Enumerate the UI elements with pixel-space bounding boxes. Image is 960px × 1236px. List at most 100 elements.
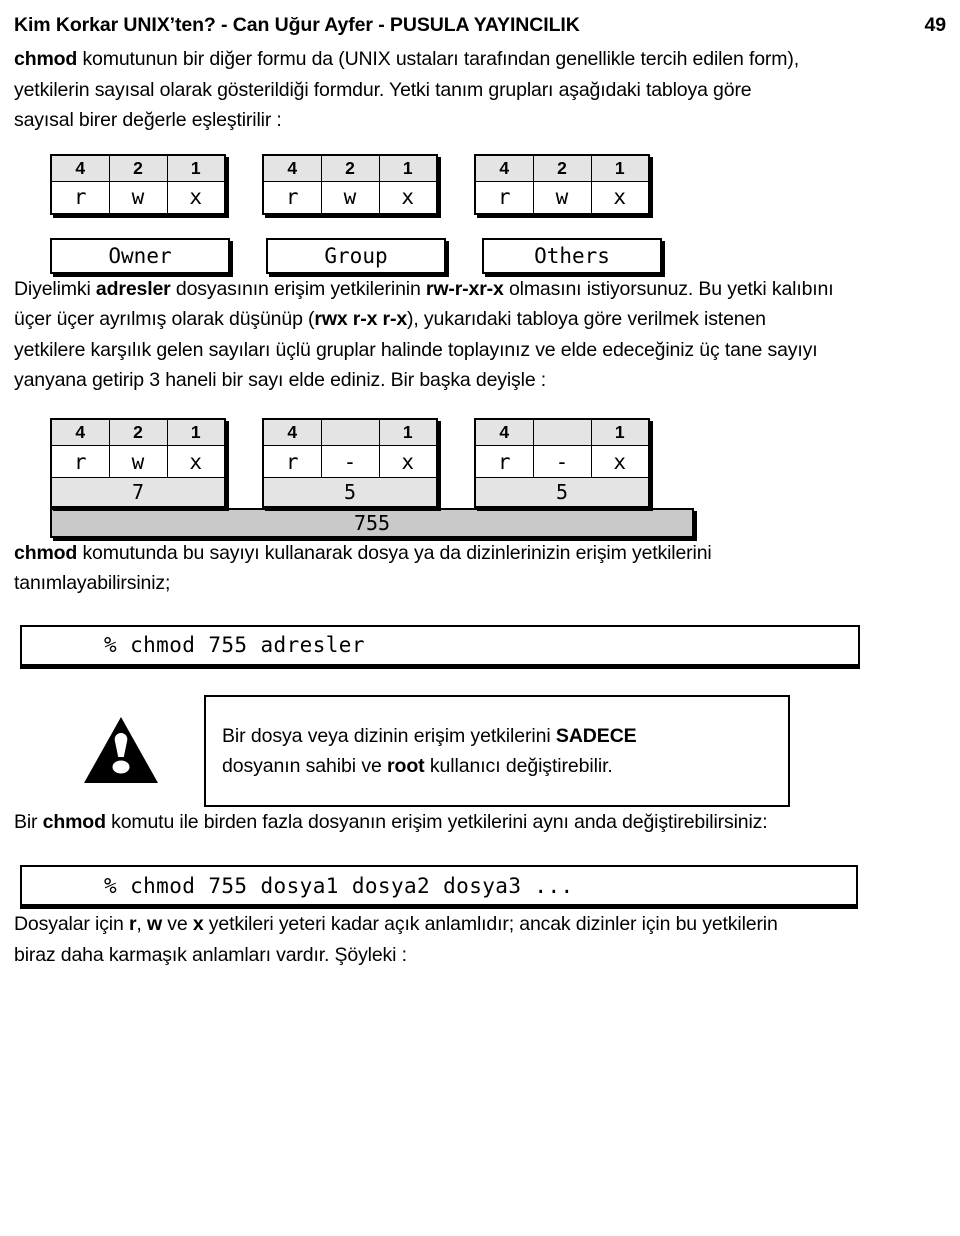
table-cell: r (474, 181, 534, 214)
permission-table-owner: 4 2 1 r w x (50, 153, 226, 215)
paragraph-text: , (136, 913, 147, 935)
numeric-table-owner: 4 2 1 r w x 7 (50, 417, 226, 508)
table-row: 7 (50, 477, 226, 507)
table-cell: x (166, 181, 226, 214)
paragraph-text: komutu ile birden fazla dosyanın erişim … (105, 810, 768, 833)
warning-callout: Bir dosya veya dizinin erişim yetkilerin… (84, 694, 948, 807)
document-page: Kim Korkar UNIX’ten? - Can Uğur Ayfer - … (0, 0, 960, 1236)
table-row: 4 2 1 (50, 418, 226, 446)
table-cell: w (108, 445, 168, 478)
table-cell: r (50, 181, 110, 214)
table-cell: 1 (166, 154, 226, 182)
table-cell (320, 418, 380, 446)
command-box-single: % chmod 755 adresler (20, 624, 860, 669)
permission-label-row: Owner Group Others (50, 237, 948, 274)
paragraph-text: Dosyalar için (14, 913, 129, 935)
warning-line-2: dosyanın sahibi ve root kullanıcı değişt… (222, 751, 788, 781)
keyword-chmod: chmod (42, 810, 106, 833)
numeric-table-others: 4 1 r - x 5 (474, 417, 650, 508)
table-cell: 1 (378, 418, 438, 446)
table-cell: r (474, 445, 534, 478)
flag-w: w (146, 913, 162, 935)
label-box-owner: Owner (50, 237, 230, 274)
paragraph-usage: chmod komutunda bu sayıyı kullanarak dos… (14, 538, 774, 599)
permission-table-group-basic: 4 2 1 r w x 4 2 1 r w x 4 2 1 r w x (50, 153, 948, 215)
table-row: 5 (262, 477, 438, 507)
paragraph-text: Diyelimki (14, 277, 96, 300)
table-cell (532, 418, 592, 446)
table-cell: x (378, 445, 438, 478)
table-cell: 1 (378, 154, 438, 182)
table-cell: 4 (262, 154, 322, 182)
table-row: 4 2 1 (50, 154, 226, 182)
table-row: r - x (262, 445, 438, 478)
command-box-multiple: % chmod 755 dosya1 dosya2 dosya3 ... (20, 865, 858, 909)
table-row: r - x (474, 445, 650, 478)
paragraph-multiple: Bir chmod komutu ile birden fazla dosyan… (14, 807, 794, 838)
table-row: 4 1 (262, 418, 438, 446)
table-cell: w (108, 181, 168, 214)
table-cell: x (378, 181, 438, 214)
paragraph-text: Bir (14, 810, 43, 833)
warning-line-1: Bir dosya veya dizinin erişim yetkilerin… (222, 721, 788, 751)
sum-cell: 5 (474, 477, 650, 507)
keyword-adresler: adresler (95, 277, 171, 300)
table-row: 5 (474, 477, 650, 507)
table-cell: 1 (166, 418, 226, 446)
table-cell: 2 (320, 154, 380, 182)
table-cell: 1 (590, 418, 650, 446)
warning-text-box: Bir dosya veya dizinin erişim yetkilerin… (204, 694, 790, 807)
table-cell: w (532, 181, 592, 214)
warning-text: kullanıcı değiştirebilir. (424, 754, 613, 777)
table-cell: 4 (474, 154, 534, 182)
paragraph-text: ve (161, 913, 193, 935)
flag-x: x (192, 913, 204, 935)
emphasis-sadece: SADECE (555, 724, 637, 747)
paragraph-intro-text: komutunun bir diğer formu da (UNIX ustal… (14, 48, 799, 131)
sum-cell: 5 (262, 477, 438, 507)
total-permission-bar: 755 (50, 507, 694, 538)
permission-string: rw-r-xr-x (425, 277, 504, 300)
keyword-chmod: chmod (14, 48, 78, 70)
table-row: 4 1 (474, 418, 650, 446)
page-content: chmod komutunun bir diğer formu da (UNIX… (0, 44, 960, 970)
permission-table-group: 4 2 1 r w x (262, 153, 438, 215)
keyword-root: root (387, 754, 425, 777)
paragraph-closing: Dosyalar için r, w ve x yetkileri yeteri… (14, 909, 824, 970)
page-header: Kim Korkar UNIX’ten? - Can Uğur Ayfer - … (0, 14, 960, 44)
table-cell: x (590, 181, 650, 214)
table-cell: 2 (532, 154, 592, 182)
table-row: 4 2 1 (474, 154, 650, 182)
warning-text: dosyanın sahibi ve (222, 754, 388, 777)
paragraph-intro: chmod komutunun bir diğer formu da (UNIX… (14, 44, 814, 136)
table-cell: 1 (590, 154, 650, 182)
label-box-group: Group (266, 237, 446, 274)
table-cell: 2 (108, 418, 168, 446)
paragraph-text: dosyasının erişim yetkilerinin (170, 277, 426, 300)
table-row: r w x (474, 181, 650, 214)
sum-cell: 7 (50, 477, 226, 507)
table-cell: 4 (262, 418, 322, 446)
table-row: r w x (50, 445, 226, 478)
warning-triangle-icon (84, 716, 158, 783)
header-title: Kim Korkar UNIX’ten? - Can Uğur Ayfer - … (14, 14, 580, 36)
paragraph-example: Diyelimki adresler dosyasının erişim yet… (14, 274, 834, 396)
table-cell: - (320, 445, 380, 478)
numeric-table-group: 4 1 r - x 5 (262, 417, 438, 508)
keyword-chmod: chmod (14, 541, 78, 564)
table-cell: 4 (474, 418, 534, 446)
page-number: 49 (924, 14, 947, 36)
table-row: r w x (262, 181, 438, 214)
table-cell: 4 (50, 418, 110, 446)
paragraph-text: komutunda bu sayıyı kullanarak dosya ya … (14, 541, 712, 595)
permission-table-others: 4 2 1 r w x (474, 153, 650, 215)
table-cell: r (262, 445, 322, 478)
table-cell: x (166, 445, 226, 478)
warning-text: Bir dosya veya dizinin erişim yetkilerin… (222, 724, 556, 747)
table-cell: x (590, 445, 650, 478)
table-row: r w x (50, 181, 226, 214)
table-cell: 4 (50, 154, 110, 182)
table-cell: r (262, 181, 322, 214)
label-box-others: Others (482, 237, 662, 274)
permission-table-group-numeric: 4 2 1 r w x 7 4 1 r - x 5 4 1 r - x 5 (50, 417, 948, 508)
